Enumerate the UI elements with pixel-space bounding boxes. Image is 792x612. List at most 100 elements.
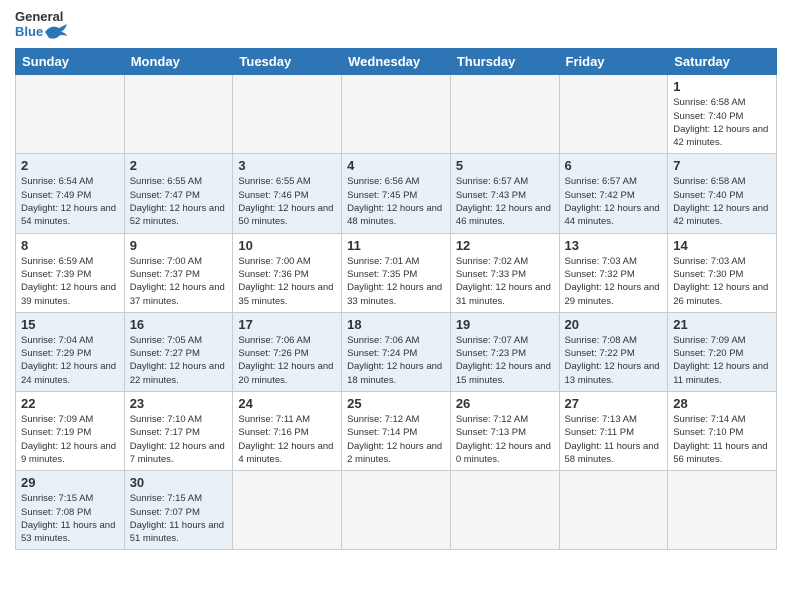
day-info: Sunrise: 7:00 AM Sunset: 7:37 PM Dayligh… <box>130 255 228 308</box>
day-info: Sunrise: 7:14 AM Sunset: 7:10 PM Dayligh… <box>673 413 771 466</box>
week-row-2: 2 Sunrise: 6:54 AM Sunset: 7:49 PM Dayli… <box>16 154 777 233</box>
day-cell <box>233 471 342 550</box>
day-info: Sunrise: 6:56 AM Sunset: 7:45 PM Dayligh… <box>347 175 445 228</box>
day-number: 4 <box>347 158 445 173</box>
logo-bird-icon <box>45 24 67 40</box>
day-info: Sunrise: 7:04 AM Sunset: 7:29 PM Dayligh… <box>21 334 119 387</box>
day-number: 12 <box>456 238 554 253</box>
day-number: 5 <box>456 158 554 173</box>
day-cell: 1 Sunrise: 6:58 AM Sunset: 7:40 PM Dayli… <box>668 75 777 154</box>
day-number: 16 <box>130 317 228 332</box>
day-cell <box>342 471 451 550</box>
day-info: Sunrise: 7:13 AM Sunset: 7:11 PM Dayligh… <box>565 413 663 466</box>
day-number: 7 <box>673 158 771 173</box>
day-number: 15 <box>21 317 119 332</box>
day-info: Sunrise: 6:57 AM Sunset: 7:43 PM Dayligh… <box>456 175 554 228</box>
col-wednesday: Wednesday <box>342 49 451 75</box>
day-info: Sunrise: 6:58 AM Sunset: 7:40 PM Dayligh… <box>673 96 771 149</box>
calendar-container: General Blue Sunday Monday Tuesday Wedne… <box>0 0 792 560</box>
logo: General Blue <box>15 10 67 40</box>
day-cell: 2 Sunrise: 6:54 AM Sunset: 7:49 PM Dayli… <box>16 154 125 233</box>
day-cell: 8 Sunrise: 6:59 AM Sunset: 7:39 PM Dayli… <box>16 233 125 312</box>
day-cell: 27 Sunrise: 7:13 AM Sunset: 7:11 PM Dayl… <box>559 392 668 471</box>
logo-blue: Blue <box>15 24 67 40</box>
day-cell: 25 Sunrise: 7:12 AM Sunset: 7:14 PM Dayl… <box>342 392 451 471</box>
day-cell: 6 Sunrise: 6:57 AM Sunset: 7:42 PM Dayli… <box>559 154 668 233</box>
day-cell: 7 Sunrise: 6:58 AM Sunset: 7:40 PM Dayli… <box>668 154 777 233</box>
day-cell: 4 Sunrise: 6:56 AM Sunset: 7:45 PM Dayli… <box>342 154 451 233</box>
day-cell: 11 Sunrise: 7:01 AM Sunset: 7:35 PM Dayl… <box>342 233 451 312</box>
day-info: Sunrise: 7:12 AM Sunset: 7:14 PM Dayligh… <box>347 413 445 466</box>
day-number: 11 <box>347 238 445 253</box>
day-number: 30 <box>130 475 228 490</box>
day-info: Sunrise: 7:08 AM Sunset: 7:22 PM Dayligh… <box>565 334 663 387</box>
day-cell: 30 Sunrise: 7:15 AM Sunset: 7:07 PM Dayl… <box>124 471 233 550</box>
day-number: 2 <box>130 158 228 173</box>
day-number: 23 <box>130 396 228 411</box>
day-cell: 9 Sunrise: 7:00 AM Sunset: 7:37 PM Dayli… <box>124 233 233 312</box>
day-number: 28 <box>673 396 771 411</box>
day-cell: 2 Sunrise: 6:55 AM Sunset: 7:47 PM Dayli… <box>124 154 233 233</box>
col-thursday: Thursday <box>450 49 559 75</box>
week-row-5: 22 Sunrise: 7:09 AM Sunset: 7:19 PM Dayl… <box>16 392 777 471</box>
day-number: 1 <box>673 79 771 94</box>
day-cell: 22 Sunrise: 7:09 AM Sunset: 7:19 PM Dayl… <box>16 392 125 471</box>
week-row-6: 29 Sunrise: 7:15 AM Sunset: 7:08 PM Dayl… <box>16 471 777 550</box>
day-cell: 29 Sunrise: 7:15 AM Sunset: 7:08 PM Dayl… <box>16 471 125 550</box>
day-number: 17 <box>238 317 336 332</box>
col-friday: Friday <box>559 49 668 75</box>
day-cell <box>450 75 559 154</box>
day-cell: 24 Sunrise: 7:11 AM Sunset: 7:16 PM Dayl… <box>233 392 342 471</box>
day-number: 6 <box>565 158 663 173</box>
day-cell <box>233 75 342 154</box>
day-cell: 19 Sunrise: 7:07 AM Sunset: 7:23 PM Dayl… <box>450 312 559 391</box>
day-info: Sunrise: 6:55 AM Sunset: 7:47 PM Dayligh… <box>130 175 228 228</box>
day-cell: 12 Sunrise: 7:02 AM Sunset: 7:33 PM Dayl… <box>450 233 559 312</box>
day-cell <box>668 471 777 550</box>
calendar-table: Sunday Monday Tuesday Wednesday Thursday… <box>15 48 777 550</box>
day-cell <box>559 75 668 154</box>
day-info: Sunrise: 7:03 AM Sunset: 7:30 PM Dayligh… <box>673 255 771 308</box>
day-info: Sunrise: 7:03 AM Sunset: 7:32 PM Dayligh… <box>565 255 663 308</box>
day-cell: 28 Sunrise: 7:14 AM Sunset: 7:10 PM Dayl… <box>668 392 777 471</box>
day-cell <box>16 75 125 154</box>
day-number: 2 <box>21 158 119 173</box>
week-row-4: 15 Sunrise: 7:04 AM Sunset: 7:29 PM Dayl… <box>16 312 777 391</box>
day-cell: 16 Sunrise: 7:05 AM Sunset: 7:27 PM Dayl… <box>124 312 233 391</box>
day-number: 18 <box>347 317 445 332</box>
col-saturday: Saturday <box>668 49 777 75</box>
day-number: 3 <box>238 158 336 173</box>
day-number: 13 <box>565 238 663 253</box>
col-sunday: Sunday <box>16 49 125 75</box>
day-info: Sunrise: 7:05 AM Sunset: 7:27 PM Dayligh… <box>130 334 228 387</box>
day-cell: 23 Sunrise: 7:10 AM Sunset: 7:17 PM Dayl… <box>124 392 233 471</box>
header-row: Sunday Monday Tuesday Wednesday Thursday… <box>16 49 777 75</box>
header: General Blue <box>15 10 777 40</box>
day-number: 22 <box>21 396 119 411</box>
day-number: 19 <box>456 317 554 332</box>
logo-general: General <box>15 10 67 24</box>
day-info: Sunrise: 6:58 AM Sunset: 7:40 PM Dayligh… <box>673 175 771 228</box>
day-info: Sunrise: 7:00 AM Sunset: 7:36 PM Dayligh… <box>238 255 336 308</box>
day-info: Sunrise: 7:15 AM Sunset: 7:08 PM Dayligh… <box>21 492 119 545</box>
day-cell <box>342 75 451 154</box>
day-cell <box>450 471 559 550</box>
day-cell: 3 Sunrise: 6:55 AM Sunset: 7:46 PM Dayli… <box>233 154 342 233</box>
day-info: Sunrise: 6:55 AM Sunset: 7:46 PM Dayligh… <box>238 175 336 228</box>
day-info: Sunrise: 7:06 AM Sunset: 7:26 PM Dayligh… <box>238 334 336 387</box>
day-info: Sunrise: 7:12 AM Sunset: 7:13 PM Dayligh… <box>456 413 554 466</box>
col-tuesday: Tuesday <box>233 49 342 75</box>
day-info: Sunrise: 7:06 AM Sunset: 7:24 PM Dayligh… <box>347 334 445 387</box>
day-info: Sunrise: 7:10 AM Sunset: 7:17 PM Dayligh… <box>130 413 228 466</box>
day-number: 9 <box>130 238 228 253</box>
day-number: 10 <box>238 238 336 253</box>
day-info: Sunrise: 6:54 AM Sunset: 7:49 PM Dayligh… <box>21 175 119 228</box>
day-number: 24 <box>238 396 336 411</box>
day-number: 27 <box>565 396 663 411</box>
day-info: Sunrise: 7:09 AM Sunset: 7:20 PM Dayligh… <box>673 334 771 387</box>
day-cell: 10 Sunrise: 7:00 AM Sunset: 7:36 PM Dayl… <box>233 233 342 312</box>
day-info: Sunrise: 7:07 AM Sunset: 7:23 PM Dayligh… <box>456 334 554 387</box>
day-number: 26 <box>456 396 554 411</box>
day-cell: 21 Sunrise: 7:09 AM Sunset: 7:20 PM Dayl… <box>668 312 777 391</box>
week-row-1: 1 Sunrise: 6:58 AM Sunset: 7:40 PM Dayli… <box>16 75 777 154</box>
